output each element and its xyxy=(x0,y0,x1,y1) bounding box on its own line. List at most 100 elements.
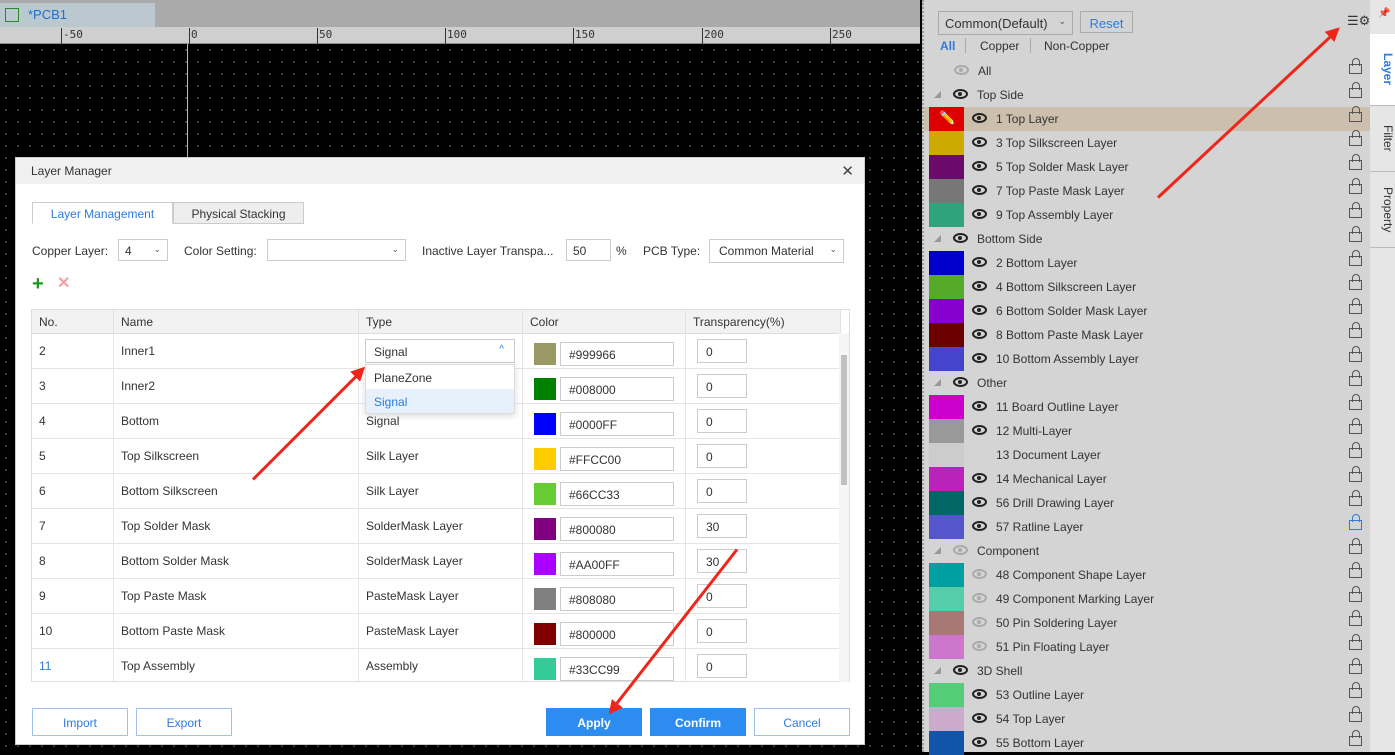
layer-row[interactable]: 4 Bottom Silkscreen Layer xyxy=(924,274,1372,299)
color-swatch[interactable] xyxy=(534,448,556,470)
unlock-icon[interactable] xyxy=(1349,250,1362,266)
layer-group-row[interactable]: Top Side xyxy=(924,82,1372,107)
tab-physical-stacking[interactable]: Physical Stacking xyxy=(173,202,304,224)
add-layer-icon[interactable]: + xyxy=(32,274,44,294)
layer-row[interactable]: 50 Pin Soldering Layer xyxy=(924,610,1372,635)
layer-row[interactable]: 3 Top Silkscreen Layer xyxy=(924,130,1372,155)
color-hex-input[interactable]: #008000 xyxy=(560,377,674,401)
close-icon[interactable]: ✕ xyxy=(841,162,854,180)
unlock-icon[interactable] xyxy=(1349,346,1362,362)
eye-icon[interactable] xyxy=(972,113,987,123)
eye-icon[interactable] xyxy=(972,425,987,435)
eye-icon[interactable] xyxy=(972,137,987,147)
pin-icon[interactable]: 📌 xyxy=(1378,8,1390,19)
scrollbar-thumb[interactable] xyxy=(841,355,847,485)
layer-row[interactable]: 2 Bottom Layer xyxy=(924,250,1372,275)
eye-icon[interactable] xyxy=(972,713,987,723)
transparency-input[interactable]: 0 xyxy=(697,339,747,363)
color-swatch[interactable] xyxy=(534,343,556,365)
color-hex-input[interactable]: #AA00FF xyxy=(560,552,674,576)
tab-layer-management[interactable]: Layer Management xyxy=(32,202,173,224)
layer-row[interactable]: 12 Multi-Layer xyxy=(924,418,1372,443)
layer-color-swatch[interactable] xyxy=(929,179,964,203)
layer-color-swatch[interactable] xyxy=(929,467,964,491)
unlock-icon[interactable] xyxy=(1349,442,1362,458)
confirm-button[interactable]: Confirm xyxy=(650,708,746,736)
layer-color-swatch[interactable] xyxy=(929,683,964,707)
layer-row[interactable]: 54 Top Layer xyxy=(924,706,1372,731)
layer-group-row[interactable]: Other xyxy=(924,370,1372,395)
eye-icon[interactable] xyxy=(972,257,987,267)
layer-row[interactable]: 7 Top Paste Mask Layer xyxy=(924,178,1372,203)
unlock-icon[interactable] xyxy=(1349,154,1362,170)
filter-copper[interactable]: Copper xyxy=(980,39,1019,53)
import-button[interactable]: Import xyxy=(32,708,128,736)
eye-off-icon[interactable] xyxy=(972,569,987,579)
side-tab-layer[interactable]: Layer xyxy=(1370,34,1395,106)
transparency-input[interactable]: 0 xyxy=(697,479,747,503)
column-header-type[interactable]: Type xyxy=(359,310,523,334)
eye-icon[interactable] xyxy=(972,401,987,411)
eye-icon[interactable] xyxy=(953,377,968,387)
eye-icon[interactable] xyxy=(953,665,968,675)
color-swatch[interactable] xyxy=(534,518,556,540)
color-hex-input[interactable]: #800000 xyxy=(560,622,674,646)
color-hex-input[interactable]: #FFCC00 xyxy=(560,447,674,471)
layer-color-swatch[interactable] xyxy=(929,611,964,635)
eye-icon[interactable] xyxy=(972,689,987,699)
layer-color-swatch[interactable] xyxy=(929,347,964,371)
transparency-input[interactable]: 0 xyxy=(697,409,747,433)
eye-icon[interactable] xyxy=(972,737,987,747)
layer-manager-settings-icon[interactable]: ☰⚙ xyxy=(1347,13,1370,29)
filter-all[interactable]: All xyxy=(940,39,955,53)
layer-row[interactable]: 6 Bottom Solder Mask Layer xyxy=(924,298,1372,323)
unlock-icon[interactable] xyxy=(1349,58,1362,74)
layer-color-swatch[interactable] xyxy=(929,707,964,731)
column-header-transparency[interactable]: Transparency(%) xyxy=(686,310,841,334)
layer-row[interactable]: 53 Outline Layer xyxy=(924,682,1372,707)
transparency-input[interactable]: 30 xyxy=(697,514,747,538)
color-swatch[interactable] xyxy=(534,658,556,680)
eye-icon[interactable] xyxy=(972,161,987,171)
layer-row[interactable]: 49 Component Marking Layer xyxy=(924,586,1372,611)
transparency-input[interactable]: 0 xyxy=(697,374,747,398)
layer-color-swatch[interactable] xyxy=(929,443,964,467)
collapse-triangle-icon[interactable] xyxy=(934,379,941,386)
layer-row[interactable]: ✏️ 1 Top Layer xyxy=(924,106,1372,131)
export-button[interactable]: Export xyxy=(136,708,232,736)
document-tab-pcb1[interactable]: *PCB1 xyxy=(0,3,155,27)
layer-group-row[interactable]: 3D Shell xyxy=(924,658,1372,683)
eye-icon[interactable] xyxy=(972,281,987,291)
layer-color-swatch[interactable] xyxy=(929,419,964,443)
delete-layer-icon[interactable]: ✕ xyxy=(57,276,70,292)
color-swatch[interactable] xyxy=(534,553,556,575)
eye-icon[interactable] xyxy=(972,329,987,339)
lock-icon[interactable] xyxy=(1349,514,1362,530)
layer-color-swatch[interactable] xyxy=(929,275,964,299)
reset-button[interactable]: Reset xyxy=(1080,11,1133,33)
unlock-icon[interactable] xyxy=(1349,610,1362,626)
layer-color-swatch[interactable] xyxy=(929,251,964,275)
eye-off-icon[interactable] xyxy=(954,65,969,75)
layer-row[interactable]: 8 Bottom Paste Mask Layer xyxy=(924,322,1372,347)
layer-row[interactable]: 9 Top Assembly Layer xyxy=(924,202,1372,227)
eye-off-icon[interactable] xyxy=(972,593,987,603)
layer-color-swatch[interactable] xyxy=(929,587,964,611)
column-header-no[interactable]: No. xyxy=(32,310,114,334)
layer-color-swatch[interactable] xyxy=(929,515,964,539)
unlock-icon[interactable] xyxy=(1349,298,1362,314)
layer-color-swatch[interactable] xyxy=(929,323,964,347)
layer-color-swatch[interactable] xyxy=(929,155,964,179)
layer-row[interactable]: 55 Bottom Layer xyxy=(924,730,1372,755)
layer-color-swatch[interactable] xyxy=(929,731,964,755)
layer-color-swatch[interactable] xyxy=(929,299,964,323)
dropdown-option-signal[interactable]: Signal xyxy=(366,389,514,413)
layer-color-swatch[interactable] xyxy=(929,131,964,155)
unlock-icon[interactable] xyxy=(1349,634,1362,650)
unlock-icon[interactable] xyxy=(1349,394,1362,410)
layer-row[interactable]: 57 Ratline Layer xyxy=(924,514,1372,539)
layer-row[interactable]: 11 Board Outline Layer xyxy=(924,394,1372,419)
layer-color-swatch[interactable] xyxy=(929,491,964,515)
collapse-triangle-icon[interactable] xyxy=(934,235,941,242)
collapse-triangle-icon[interactable] xyxy=(934,547,941,554)
